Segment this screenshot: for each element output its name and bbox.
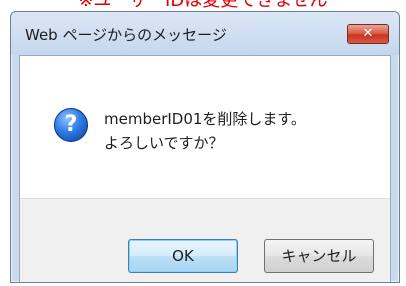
screen: ※ユーザーIDは変更できません Web ページからのメッセージ ✕ ? memb…	[0, 0, 406, 286]
confirm-dialog: Web ページからのメッセージ ✕ ? memberID01を削除します。 よろ…	[10, 11, 400, 283]
question-icon: ?	[54, 108, 88, 142]
close-icon: ✕	[362, 26, 374, 41]
cancel-button[interactable]: キャンセル	[264, 239, 374, 273]
dialog-titlebar[interactable]: Web ページからのメッセージ ✕	[11, 12, 399, 55]
button-area: OK キャンセル	[20, 198, 390, 282]
close-button[interactable]: ✕	[347, 24, 389, 44]
message-text-line2: よろしいですか？	[104, 134, 224, 152]
message-area: ? memberID01を削除します。 よろしいですか？	[20, 56, 390, 198]
ok-button[interactable]: OK	[128, 239, 238, 273]
dialog-title: Web ページからのメッセージ	[25, 26, 227, 44]
message-text-line1: memberID01を削除します。	[104, 110, 306, 128]
dialog-client-area: ? memberID01を削除します。 よろしいですか？ OK キャンセル	[19, 55, 391, 282]
